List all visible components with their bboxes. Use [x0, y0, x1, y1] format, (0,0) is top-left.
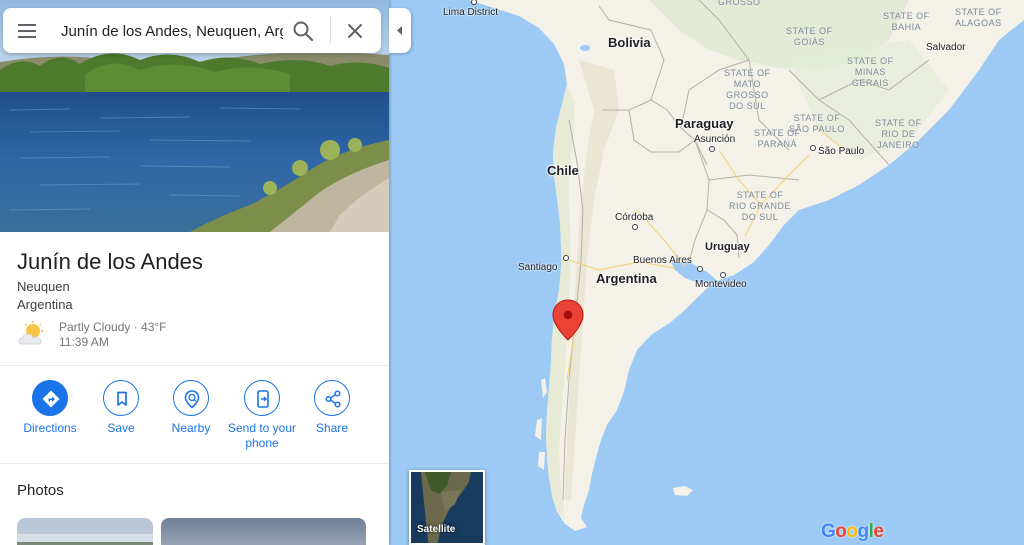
place-title: Junín de los Andes [17, 249, 203, 274]
directions-icon [42, 390, 60, 408]
map-label-salvador[interactable]: Salvador [926, 42, 965, 53]
weather-condition: Partly Cloudy · 43°F [59, 320, 167, 334]
map-label-state: STATE OF ALAGOAS [955, 7, 1002, 28]
search-input[interactable] [61, 20, 283, 42]
map-label-state: STATE OF MINAS GERAIS [847, 56, 894, 88]
map-label-bolivia[interactable]: Bolivia [608, 35, 651, 50]
city-dot [563, 255, 569, 261]
search-button[interactable] [290, 18, 318, 44]
search-icon [293, 21, 314, 42]
divider [0, 463, 389, 464]
photo-thumbnail[interactable] [17, 518, 153, 545]
city-dot [709, 146, 715, 152]
menu-button[interactable] [13, 18, 39, 44]
map-land [469, 0, 1024, 531]
map-canvas[interactable]: Bolivia Paraguay Chile Argentina Uruguay… [389, 0, 1024, 545]
photos-heading: Photos [17, 482, 64, 499]
weather-time: 11:39 AM [59, 335, 109, 349]
place-country: Argentina [17, 297, 73, 312]
photo-thumbnail[interactable] [161, 518, 366, 545]
map-label-chile[interactable]: Chile [547, 163, 579, 178]
search-divider [330, 16, 331, 44]
satellite-label: Satellite [417, 524, 456, 535]
city-dot [632, 224, 638, 230]
share-label: Share [315, 421, 349, 435]
map-label-state: STATE OF BAHIA [883, 11, 930, 32]
map-label-state: STATE OF RIO DE JANEIRO [875, 118, 922, 150]
city-dot [810, 145, 816, 151]
chevron-left-icon [397, 26, 402, 35]
map-label-asuncion[interactable]: Asunción [694, 134, 735, 145]
send-to-phone-icon [257, 390, 269, 408]
share-button[interactable]: Share [287, 380, 377, 436]
map-label-sao-paulo[interactable]: São Paulo [818, 146, 864, 157]
map-label-argentina[interactable]: Argentina [596, 271, 657, 286]
map-label-cordoba[interactable]: Córdoba [615, 212, 653, 223]
map-label-state: STATE OF RIO GRANDE DO SUL [729, 190, 792, 222]
city-dot [697, 266, 703, 272]
map-label-buenos-aires[interactable]: Buenos Aires [633, 255, 692, 266]
partly-cloudy-icon [16, 320, 50, 348]
map-label-paraguay[interactable]: Paraguay [675, 116, 734, 131]
map-label-state: STATE OF MATO GROSSO DO SUL [724, 68, 771, 111]
bookmark-icon [117, 391, 127, 406]
share-icon [325, 390, 341, 408]
clear-search-button[interactable] [342, 18, 368, 44]
map-label-state: STATE OF PARANÁ [754, 128, 801, 149]
map-label-montevideo[interactable]: Montevideo [695, 279, 747, 290]
collapse-panel-button[interactable] [389, 8, 411, 53]
map-label-state: STATE OF GOIÁS [786, 26, 833, 47]
map-label-santiago[interactable]: Santiago [518, 262, 557, 273]
google-logo: Google [821, 521, 884, 542]
close-icon [348, 24, 362, 38]
place-region: Neuquen [17, 279, 70, 294]
map-label-state: GROSSO [718, 0, 761, 7]
satellite-layer-button[interactable]: Satellite [409, 470, 485, 545]
divider [0, 365, 389, 366]
place-panel: Junín de los Andes Neuquen Argentina Par… [0, 0, 389, 545]
city-dot [720, 272, 726, 278]
map-label-lima[interactable]: Lima District [443, 7, 498, 18]
nearby-icon [184, 390, 200, 409]
map-label-uruguay[interactable]: Uruguay [705, 241, 750, 253]
search-box [3, 8, 381, 53]
